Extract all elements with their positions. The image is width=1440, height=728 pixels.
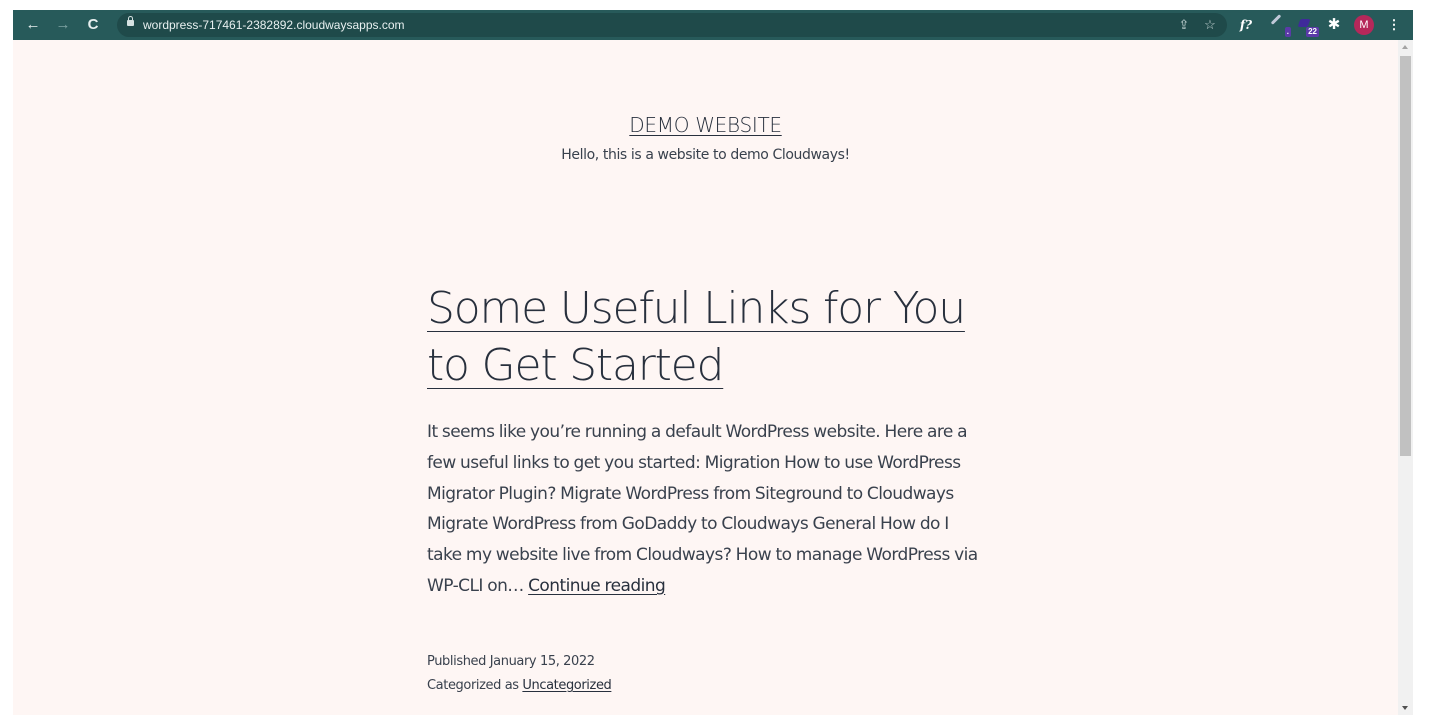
scroll-down-arrow[interactable] [1398, 701, 1413, 715]
profile-avatar[interactable]: M [1354, 15, 1374, 35]
lock-icon [127, 16, 134, 26]
graduation-cap-extension[interactable]: 22 [1295, 15, 1319, 37]
color-picker-extension[interactable]: . [1267, 14, 1291, 37]
published-date: Published January 15, 2022 [427, 650, 611, 674]
bookmark-star-icon[interactable]: ☆ [1201, 16, 1219, 34]
arrow-left-icon: ← [25, 16, 41, 33]
category-label: Categorized as [427, 678, 523, 693]
site-title-link[interactable]: DEMO WEBSITE [629, 113, 782, 137]
continue-reading-link[interactable]: Continue reading [528, 576, 666, 596]
share-icon[interactable]: ⇪ [1175, 16, 1193, 34]
category-link[interactable]: Uncategorized [522, 678, 611, 693]
reload-button[interactable]: C [83, 15, 103, 35]
back-button[interactable]: ← [23, 15, 43, 35]
browser-toolbar: ← → C wordpress-717461-2382892.cloudways… [13, 10, 1413, 40]
published-label: Published [427, 654, 490, 669]
arrow-right-icon: → [55, 16, 71, 33]
post-title: Some Useful Links for You to Get Started [427, 280, 997, 394]
extension-badge: 22 [1306, 27, 1319, 37]
site-title: DEMO WEBSITE [13, 113, 1398, 137]
post-excerpt: It seems like you’re running a default W… [427, 417, 987, 602]
kebab-menu-icon: ⋮ [1387, 17, 1401, 32]
published-date-value: January 15, 2022 [489, 654, 595, 669]
reload-icon: C [87, 16, 99, 33]
url-text[interactable]: wordpress-717461-2382892.cloudwaysapps.c… [143, 17, 405, 33]
font-icon: f? [1239, 18, 1253, 32]
extension-badge: . [1284, 27, 1291, 37]
puzzle-icon: ✱ [1327, 16, 1341, 33]
forward-button[interactable]: → [53, 15, 73, 35]
post-meta: Published January 15, 2022 Categorized a… [427, 650, 612, 698]
extensions-button[interactable]: ✱ [1323, 15, 1345, 35]
eyedropper-icon [1270, 14, 1282, 25]
graduation-cap-icon [1297, 19, 1311, 27]
post-category: Categorized as Uncategorized [427, 674, 612, 698]
scroll-thumb[interactable] [1400, 56, 1411, 456]
fonts-ninja-extension[interactable]: f? [1235, 15, 1257, 35]
scroll-up-arrow[interactable] [1398, 40, 1413, 54]
address-bar[interactable]: wordpress-717461-2382892.cloudwaysapps.c… [117, 13, 1227, 37]
browser-menu-button[interactable]: ⋮ [1383, 15, 1405, 35]
excerpt-text: It seems like you’re running a default W… [427, 422, 978, 596]
vertical-scrollbar[interactable] [1398, 40, 1413, 715]
page-content: DEMO WEBSITE Hello, this is a website to… [13, 40, 1398, 715]
browser-window: ← → C wordpress-717461-2382892.cloudways… [13, 10, 1413, 715]
post-title-link[interactable]: Some Useful Links for You to Get Started [427, 283, 966, 391]
site-description: Hello, this is a website to demo Cloudwa… [561, 147, 850, 163]
